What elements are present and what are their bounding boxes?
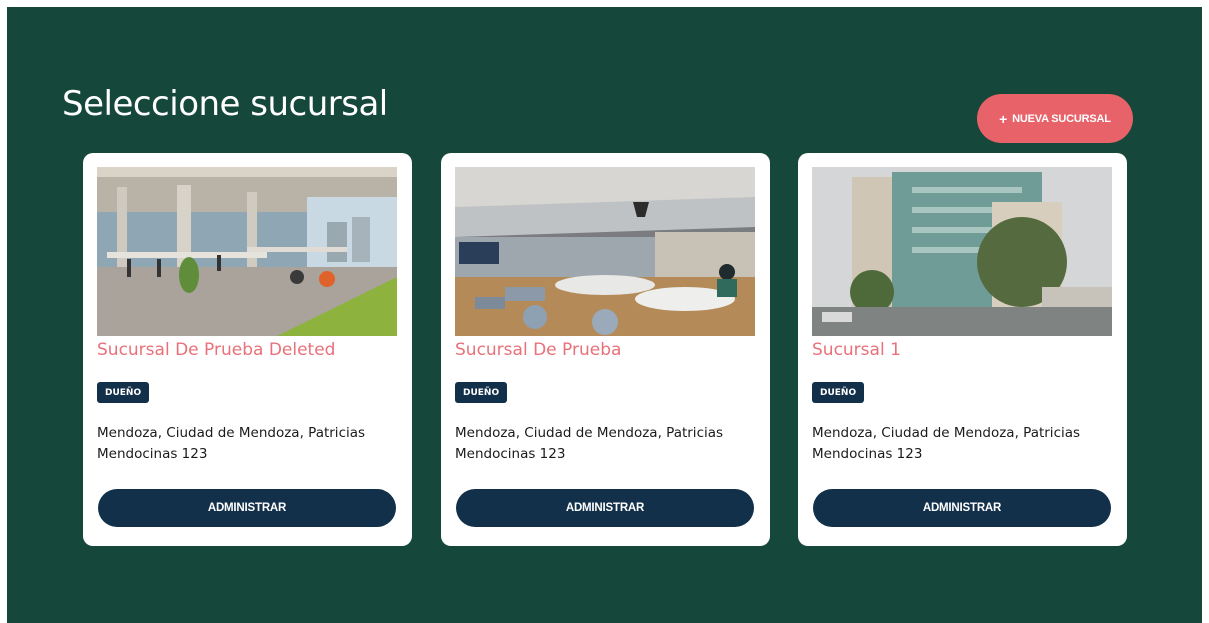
- new-branch-label: NUEVA SUCURSAL: [1012, 112, 1111, 125]
- branch-card: Sucursal De Prueba DUEÑO Mendoza, Ciudad…: [441, 153, 770, 546]
- administer-button[interactable]: ADMINISTRAR: [456, 489, 754, 527]
- new-branch-button[interactable]: + NUEVA SUCURSAL: [977, 94, 1133, 143]
- branch-image-building: [812, 167, 1112, 336]
- branch-address: Mendoza, Ciudad de Mendoza, Patricias Me…: [812, 425, 1081, 462]
- role-badge: DUEÑO: [97, 382, 150, 403]
- branch-image-open-office: [97, 167, 397, 336]
- administer-button[interactable]: ADMINISTRAR: [98, 489, 396, 527]
- role-badge: DUEÑO: [812, 382, 865, 403]
- branch-name: Sucursal 1: [812, 340, 901, 360]
- branch-name: Sucursal De Prueba Deleted: [97, 340, 336, 360]
- branch-image-lounge: [455, 167, 755, 336]
- branch-address: Mendoza, Ciudad de Mendoza, Patricias Me…: [455, 425, 724, 462]
- page-title: Seleccione sucursal: [62, 84, 388, 124]
- branch-card: Sucursal De Prueba Deleted DUEÑO Mendoza…: [83, 153, 412, 546]
- branch-card: Sucursal 1 DUEÑO Mendoza, Ciudad de Mend…: [798, 153, 1127, 546]
- plus-icon: +: [999, 110, 1008, 127]
- role-badge: DUEÑO: [455, 382, 508, 403]
- branch-address: Mendoza, Ciudad de Mendoza, Patricias Me…: [97, 425, 366, 462]
- administer-button[interactable]: ADMINISTRAR: [813, 489, 1111, 527]
- branch-name: Sucursal De Prueba: [455, 340, 622, 360]
